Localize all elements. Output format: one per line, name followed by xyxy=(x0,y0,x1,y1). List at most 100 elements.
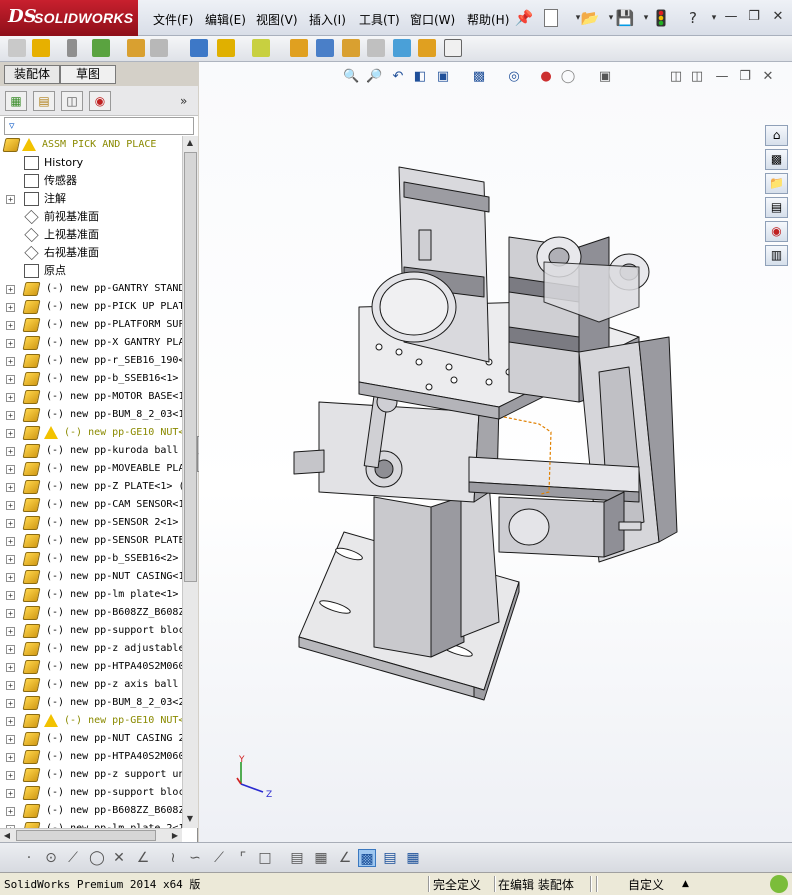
trim-icon[interactable]: ✕ xyxy=(110,849,128,867)
expand-icon[interactable]: + xyxy=(6,411,15,420)
expand-icon[interactable]: + xyxy=(6,555,15,564)
menu-tools[interactable]: 工具(T) xyxy=(359,11,400,28)
insert-component-icon[interactable] xyxy=(8,39,26,57)
expand-icon[interactable]: + xyxy=(6,303,15,312)
menu-insert[interactable]: 插入(I) xyxy=(309,11,346,28)
expand-icon[interactable]: + xyxy=(6,609,15,618)
tree-component[interactable]: +(-) new pp-lm plate 2<1 xyxy=(0,820,182,828)
tree-item[interactable]: 上视基准面 xyxy=(0,226,182,244)
menu-window[interactable]: 窗口(W) xyxy=(410,11,455,28)
tree-component[interactable]: + (-) new pp-MOTOR BASE<1 xyxy=(0,388,182,406)
point-icon[interactable]: · xyxy=(20,849,38,867)
tree-item[interactable]: 右视基准面 xyxy=(0,244,182,262)
tree-component[interactable]: + (-) new pp-support bloc xyxy=(0,622,182,640)
tab-sketch[interactable]: 草图 xyxy=(60,65,116,84)
tree-component[interactable]: + (-) new pp-z adjustable xyxy=(0,640,182,658)
line-icon[interactable]: ⟋ xyxy=(64,849,82,867)
expand-icon[interactable]: + xyxy=(6,735,15,744)
file-explorer-icon[interactable]: 📁 xyxy=(765,173,788,194)
interference-detection-icon[interactable] xyxy=(393,39,411,57)
mirror-icon[interactable]: ⟋ xyxy=(210,849,228,867)
offset-icon[interactable]: ∽ xyxy=(186,849,204,867)
restore-icon[interactable]: ❐ xyxy=(745,9,763,25)
menu-view[interactable]: 视图(V) xyxy=(256,11,298,28)
expand-icon[interactable]: + xyxy=(6,789,15,798)
tree-component[interactable]: + (-) new pp-NUT CASING<1 xyxy=(0,568,182,586)
tree-item[interactable]: 前视基准面 xyxy=(0,208,182,226)
expand-icon[interactable]: + xyxy=(6,699,15,708)
tree-filter-input[interactable]: ▿ xyxy=(4,117,194,135)
assembly-model[interactable]: Y Z xyxy=(199,62,792,842)
extend-icon[interactable]: ∠ xyxy=(134,849,152,867)
help-dropdown-icon[interactable]: ▾ xyxy=(704,8,724,28)
help-icon[interactable]: ? xyxy=(683,8,703,28)
scroll-thumb-horizontal[interactable] xyxy=(16,830,156,841)
convert-entities-icon[interactable]: ≀ xyxy=(164,849,182,867)
tree-component[interactable]: + (-) new pp-HTPA40S2M060 xyxy=(0,658,182,676)
expand-icon[interactable]: + xyxy=(6,663,15,672)
tree-component[interactable]: + (-) new pp-z support un xyxy=(0,766,182,784)
linear-pattern-icon[interactable] xyxy=(92,39,110,57)
expand-icon[interactable]: + xyxy=(6,753,15,762)
tree-component[interactable]: + (-) new pp-BUM_8_2_03<1 xyxy=(0,406,182,424)
expand-icon[interactable]: + xyxy=(6,537,15,546)
angle-icon[interactable]: ∠ xyxy=(336,849,354,867)
tree-item[interactable]: 传感器 xyxy=(0,172,182,190)
design-library-icon[interactable]: ▩ xyxy=(765,149,788,170)
expand-icon[interactable]: + xyxy=(6,573,15,582)
scroll-up-icon[interactable]: ▲ xyxy=(183,136,197,150)
tree-component[interactable]: + (-) new pp-SENSOR 2<1> xyxy=(0,514,182,532)
tree-component[interactable]: + (-) new pp-GE10 NUT< xyxy=(0,424,182,442)
tree-component[interactable]: + (-) new pp-PICK UP PLAT xyxy=(0,298,182,316)
tree-component[interactable]: + (-) new pp-NUT CASING 2 xyxy=(0,730,182,748)
rectangle-icon[interactable]: □ xyxy=(256,849,274,867)
expand-icon[interactable]: + xyxy=(6,717,15,726)
tree-component[interactable]: + (-) new pp-r_SEB16_190< xyxy=(0,352,182,370)
feature-manager-tree-icon[interactable]: ▦ xyxy=(5,91,27,111)
exploded-view-icon[interactable] xyxy=(342,39,360,57)
hole-alignment-icon[interactable] xyxy=(444,39,462,57)
tree-item[interactable]: 原点 xyxy=(0,262,182,280)
scroll-down-icon[interactable]: ▼ xyxy=(183,812,197,826)
save-icon[interactable]: 💾 xyxy=(615,8,635,28)
shaded-view-icon[interactable]: ▩ xyxy=(358,849,376,867)
tree-component[interactable]: + (-) new pp-GE10 NUT< xyxy=(0,712,182,730)
expand-icon[interactable]: + xyxy=(6,465,15,474)
menu-help[interactable]: 帮助(H) xyxy=(467,11,509,28)
appearances-icon[interactable]: ◉ xyxy=(765,221,788,242)
tree-component[interactable]: + (-) new pp-X GANTRY PLA xyxy=(0,334,182,352)
tree-component[interactable]: + (-) new pp-GANTRY STAND xyxy=(0,280,182,298)
notification-icon[interactable] xyxy=(770,875,788,893)
display-manager-icon[interactable]: ◉ xyxy=(89,91,111,111)
move-component-icon[interactable] xyxy=(150,39,168,57)
explode-line-sketch-icon[interactable] xyxy=(367,39,385,57)
new-part-icon[interactable] xyxy=(32,39,50,57)
tree-component[interactable]: + (-) new pp-B608ZZ_B608Z xyxy=(0,802,182,820)
expand-icon[interactable]: + xyxy=(6,645,15,654)
expand-icon[interactable]: + xyxy=(6,375,15,384)
expand-icon[interactable]: + xyxy=(6,681,15,690)
expand-icon[interactable]: + xyxy=(6,519,15,528)
expand-icon[interactable]: + xyxy=(6,195,15,204)
tree-component[interactable]: + (-) new pp-B608ZZ_B608Z xyxy=(0,604,182,622)
tree-component[interactable]: + (-) new pp-b_SSEB16<1> xyxy=(0,370,182,388)
view-palette-icon[interactable]: ▤ xyxy=(765,197,788,218)
scroll-right-icon[interactable]: ▶ xyxy=(168,829,182,843)
tree-component[interactable]: + (-) new pp-MOVEABLE PLA xyxy=(0,460,182,478)
unit-system[interactable]: 自定义 xyxy=(628,876,664,893)
show-hidden-icon[interactable] xyxy=(190,39,208,57)
grid-icon[interactable]: ▦ xyxy=(312,849,330,867)
tree-component[interactable]: + (-) new pp-HTPA40S2M060 xyxy=(0,748,182,766)
configuration-manager-icon[interactable]: ◫ xyxy=(61,91,83,111)
expand-icon[interactable]: + xyxy=(6,501,15,510)
unit-dropdown-icon[interactable]: ▲ xyxy=(682,879,689,889)
expand-icon[interactable]: + xyxy=(6,321,15,330)
clearance-verification-icon[interactable] xyxy=(418,39,436,57)
expand-icon[interactable]: + xyxy=(6,771,15,780)
tab-assembly[interactable]: 装配体 xyxy=(4,65,60,84)
center-point-icon[interactable]: ⊙ xyxy=(42,849,60,867)
scroll-left-icon[interactable]: ◀ xyxy=(0,829,14,843)
expand-icon[interactable]: + xyxy=(6,339,15,348)
minimize-icon[interactable]: — xyxy=(722,9,740,25)
tree-horizontal-scrollbar[interactable]: ◀ ▶ xyxy=(0,828,182,842)
